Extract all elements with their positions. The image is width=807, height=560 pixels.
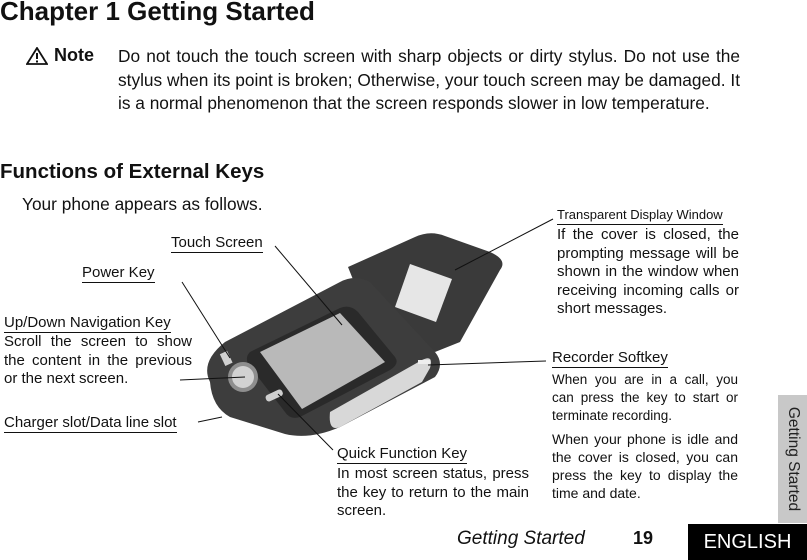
recorder-key	[418, 360, 430, 364]
callout-quick-function-label: Quick Function Key	[337, 445, 468, 464]
section-title: Functions of External Keys	[0, 160, 265, 183]
side-chapter-tab: Getting Started	[778, 395, 807, 523]
callout-recorder-desc1: When you are in a call, you can press th…	[552, 372, 738, 423]
callout-display-window-label: Transparent Display Window	[557, 205, 723, 225]
page-number: 19	[633, 528, 654, 548]
callout-nav-key-desc: Scroll the screen to show the content in…	[4, 333, 192, 387]
callout-recorder-label: Recorder Softkey	[552, 349, 668, 368]
warning-triangle-icon	[26, 47, 48, 65]
language-badge: ENGLISH	[688, 524, 807, 560]
callout-display-window-desc: If the cover is closed, the prompting me…	[557, 226, 739, 317]
language-badge-label: ENGLISH	[703, 530, 792, 553]
callout-nav-key-label: Up/Down Navigation Key	[4, 314, 171, 333]
side-chapter-tab-label: Getting Started	[784, 406, 802, 512]
nav-key	[232, 366, 254, 388]
callout-quick-function-desc: In most screen status, press the key to …	[337, 465, 529, 519]
callout-touch-screen-label: Touch Screen	[171, 234, 263, 253]
chapter-title: Chapter 1 Getting Started	[0, 0, 315, 26]
note-text: Do not touch the touch screen with sharp…	[118, 46, 740, 113]
note-label: Note	[54, 45, 94, 65]
footer-section-title: Getting Started	[457, 528, 585, 549]
callout-power-key-label: Power Key	[82, 264, 155, 283]
callout-charger-slot-label: Charger slot/Data line slot	[4, 414, 177, 433]
callout-recorder-desc2: When your phone is idle and the cover is…	[552, 431, 738, 501]
